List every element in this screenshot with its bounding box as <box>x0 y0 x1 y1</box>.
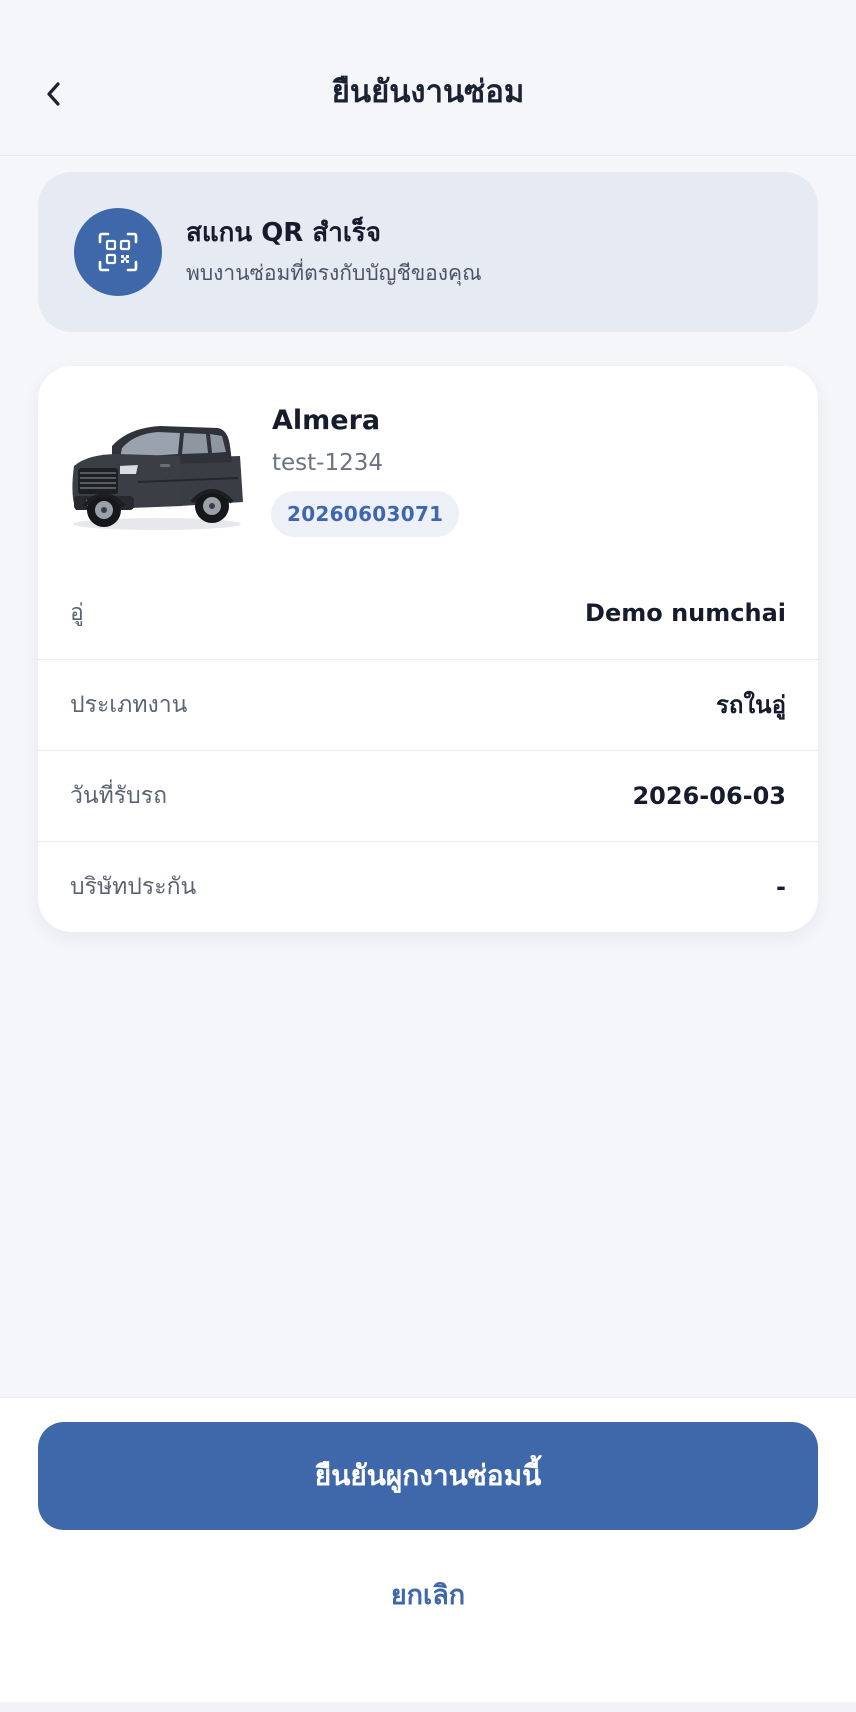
detail-label: ประเภทงาน <box>70 692 188 718</box>
action-footer: ยืนยันผูกงานซ่อมนี้ ยกเลิก <box>0 1397 856 1712</box>
scan-success-card: สแกน QR สำเร็จ พบงานซ่อมที่ตรงกับบัญชีขอ… <box>38 172 818 332</box>
repair-job-card: Almera test-1234 20260603071 อู่ Demo nu… <box>38 366 818 932</box>
license-plate: test-1234 <box>272 450 384 476</box>
detail-row-received-date: วันที่รับรถ 2026-06-03 <box>38 750 818 841</box>
detail-value: Demo numchai <box>585 599 786 627</box>
scan-success-title: สแกน QR สำเร็จ <box>186 218 381 248</box>
scan-success-subtitle: พบงานซ่อมที่ตรงกับบัญชีของคุณ <box>186 261 482 285</box>
qr-scan-icon <box>98 232 138 272</box>
detail-row-garage: อู่ Demo numchai <box>38 568 818 659</box>
detail-label: วันที่รับรถ <box>70 783 168 809</box>
detail-value: 2026-06-03 <box>632 782 786 810</box>
job-details-list: อู่ Demo numchai ประเภทงาน รถในอู่ วันที… <box>38 568 818 932</box>
detail-value: - <box>776 873 786 901</box>
app-header: ยืนยันงานซ่อม <box>0 0 856 156</box>
car-image <box>72 426 243 530</box>
cancel-button[interactable]: ยกเลิก <box>0 1576 856 1616</box>
detail-label: อู่ <box>70 600 84 626</box>
bottom-safe-area <box>0 1702 856 1712</box>
confirm-link-job-button[interactable]: ยืนยันผูกงานซ่อมนี้ <box>38 1422 818 1530</box>
page-title: ยืนยันงานซ่อม <box>331 74 525 110</box>
detail-row-insurance: บริษัทประกัน - <box>38 841 818 932</box>
car-name: Almera <box>272 405 381 436</box>
detail-label: บริษัทประกัน <box>70 874 197 900</box>
job-number-badge: 20260603071 <box>271 491 460 537</box>
detail-row-job-type: ประเภทงาน รถในอู่ <box>38 659 818 750</box>
detail-value: รถในอู่ <box>716 691 786 719</box>
qr-icon-circle <box>74 208 162 296</box>
